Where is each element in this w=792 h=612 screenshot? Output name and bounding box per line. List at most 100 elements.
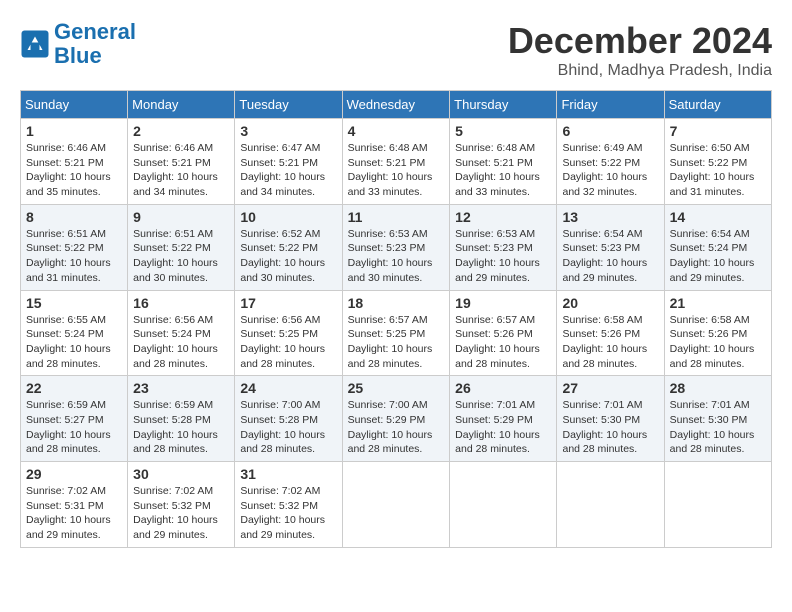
- day-info: Sunrise: 6:46 AM Sunset: 5:21 PM Dayligh…: [133, 141, 229, 200]
- day-number: 5: [455, 123, 551, 139]
- weekday-header-tuesday: Tuesday: [235, 91, 342, 119]
- day-number: 10: [240, 209, 336, 225]
- day-number: 22: [26, 380, 122, 396]
- day-number: 11: [348, 209, 445, 225]
- day-info: Sunrise: 6:53 AM Sunset: 5:23 PM Dayligh…: [348, 227, 445, 286]
- calendar-cell: 18Sunrise: 6:57 AM Sunset: 5:25 PM Dayli…: [342, 290, 450, 376]
- logo-line1: General: [54, 19, 136, 44]
- page-header: General Blue December 2024 Bhind, Madhya…: [20, 20, 772, 80]
- calendar-cell: 23Sunrise: 6:59 AM Sunset: 5:28 PM Dayli…: [128, 376, 235, 462]
- day-info: Sunrise: 6:46 AM Sunset: 5:21 PM Dayligh…: [26, 141, 122, 200]
- calendar-cell: 14Sunrise: 6:54 AM Sunset: 5:24 PM Dayli…: [664, 204, 771, 290]
- day-number: 23: [133, 380, 229, 396]
- calendar-week-row: 1 Sunrise: 6:46 AM Sunset: 5:21 PM Daylig…: [21, 119, 772, 205]
- day-info: Sunrise: 7:01 AM Sunset: 5:29 PM Dayligh…: [455, 398, 551, 457]
- calendar-cell: 16 Sunrise: 6:56 AM Sunset: 5:24 PM Dayli…: [128, 290, 235, 376]
- day-info: Sunrise: 6:54 AM Sunset: 5:23 PM Dayligh…: [562, 227, 658, 286]
- day-info: Sunrise: 6:58 AM Sunset: 5:26 PM Dayligh…: [670, 313, 766, 372]
- calendar-cell: 4Sunrise: 6:48 AM Sunset: 5:21 PM Daylig…: [342, 119, 450, 205]
- calendar-subtitle: Bhind, Madhya Pradesh, India: [508, 62, 772, 80]
- day-number: 3: [240, 123, 336, 139]
- day-info: Sunrise: 7:02 AM Sunset: 5:32 PM Dayligh…: [240, 484, 336, 543]
- weekday-header-thursday: Thursday: [450, 91, 557, 119]
- logo: General Blue: [20, 20, 136, 68]
- day-number: 30: [133, 466, 229, 482]
- day-info: Sunrise: 6:50 AM Sunset: 5:22 PM Dayligh…: [670, 141, 766, 200]
- calendar-cell: 27Sunrise: 7:01 AM Sunset: 5:30 PM Dayli…: [557, 376, 664, 462]
- calendar-table: SundayMondayTuesdayWednesdayThursdayFrid…: [20, 90, 772, 548]
- day-info: Sunrise: 7:02 AM Sunset: 5:31 PM Dayligh…: [26, 484, 122, 543]
- calendar-body: 1 Sunrise: 6:46 AM Sunset: 5:21 PM Daylig…: [21, 119, 772, 548]
- day-number: 16: [133, 295, 229, 311]
- calendar-cell: 5 Sunrise: 6:48 AM Sunset: 5:21 PM Daylig…: [450, 119, 557, 205]
- day-number: 9: [133, 209, 229, 225]
- day-number: 29: [26, 466, 122, 482]
- calendar-cell: 22 Sunrise: 6:59 AM Sunset: 5:27 PM Dayli…: [21, 376, 128, 462]
- day-info: Sunrise: 7:02 AM Sunset: 5:32 PM Dayligh…: [133, 484, 229, 543]
- day-number: 12: [455, 209, 551, 225]
- day-number: 2: [133, 123, 229, 139]
- day-number: 6: [562, 123, 658, 139]
- weekday-header-sunday: Sunday: [21, 91, 128, 119]
- calendar-cell: [557, 462, 664, 548]
- calendar-cell: 28 Sunrise: 7:01 AM Sunset: 5:30 PM Dayli…: [664, 376, 771, 462]
- day-number: 15: [26, 295, 122, 311]
- calendar-cell: 6 Sunrise: 6:49 AM Sunset: 5:22 PM Daylig…: [557, 119, 664, 205]
- calendar-cell: 12Sunrise: 6:53 AM Sunset: 5:23 PM Dayli…: [450, 204, 557, 290]
- day-info: Sunrise: 7:00 AM Sunset: 5:29 PM Dayligh…: [348, 398, 445, 457]
- day-number: 17: [240, 295, 336, 311]
- calendar-week-row: 8Sunrise: 6:51 AM Sunset: 5:22 PM Daylig…: [21, 204, 772, 290]
- day-info: Sunrise: 6:56 AM Sunset: 5:24 PM Dayligh…: [133, 313, 229, 372]
- calendar-cell: 8Sunrise: 6:51 AM Sunset: 5:22 PM Daylig…: [21, 204, 128, 290]
- calendar-cell: 26 Sunrise: 7:01 AM Sunset: 5:29 PM Dayli…: [450, 376, 557, 462]
- day-number: 1: [26, 123, 122, 139]
- calendar-cell: 19 Sunrise: 6:57 AM Sunset: 5:26 PM Dayli…: [450, 290, 557, 376]
- calendar-cell: 29 Sunrise: 7:02 AM Sunset: 5:31 PM Dayli…: [21, 462, 128, 548]
- weekday-header-friday: Friday: [557, 91, 664, 119]
- calendar-cell: 3 Sunrise: 6:47 AM Sunset: 5:21 PM Daylig…: [235, 119, 342, 205]
- day-info: Sunrise: 6:51 AM Sunset: 5:22 PM Dayligh…: [133, 227, 229, 286]
- day-info: Sunrise: 6:59 AM Sunset: 5:27 PM Dayligh…: [26, 398, 122, 457]
- day-info: Sunrise: 7:01 AM Sunset: 5:30 PM Dayligh…: [670, 398, 766, 457]
- day-info: Sunrise: 6:49 AM Sunset: 5:22 PM Dayligh…: [562, 141, 658, 200]
- day-info: Sunrise: 6:48 AM Sunset: 5:21 PM Dayligh…: [348, 141, 445, 200]
- day-number: 25: [348, 380, 445, 396]
- weekday-header-wednesday: Wednesday: [342, 91, 450, 119]
- day-info: Sunrise: 7:00 AM Sunset: 5:28 PM Dayligh…: [240, 398, 336, 457]
- day-number: 24: [240, 380, 336, 396]
- calendar-cell: 20 Sunrise: 6:58 AM Sunset: 5:26 PM Dayli…: [557, 290, 664, 376]
- calendar-cell: 10 Sunrise: 6:52 AM Sunset: 5:22 PM Dayli…: [235, 204, 342, 290]
- day-number: 27: [562, 380, 658, 396]
- calendar-cell: 31Sunrise: 7:02 AM Sunset: 5:32 PM Dayli…: [235, 462, 342, 548]
- calendar-cell: 30 Sunrise: 7:02 AM Sunset: 5:32 PM Dayli…: [128, 462, 235, 548]
- day-number: 28: [670, 380, 766, 396]
- calendar-cell: 13Sunrise: 6:54 AM Sunset: 5:23 PM Dayli…: [557, 204, 664, 290]
- calendar-cell: 24 Sunrise: 7:00 AM Sunset: 5:28 PM Dayli…: [235, 376, 342, 462]
- calendar-cell: 25 Sunrise: 7:00 AM Sunset: 5:29 PM Dayli…: [342, 376, 450, 462]
- calendar-cell: 17 Sunrise: 6:56 AM Sunset: 5:25 PM Dayli…: [235, 290, 342, 376]
- calendar-cell: 11 Sunrise: 6:53 AM Sunset: 5:23 PM Dayli…: [342, 204, 450, 290]
- day-info: Sunrise: 6:51 AM Sunset: 5:22 PM Dayligh…: [26, 227, 122, 286]
- day-info: Sunrise: 6:56 AM Sunset: 5:25 PM Dayligh…: [240, 313, 336, 372]
- title-section: December 2024 Bhind, Madhya Pradesh, Ind…: [508, 20, 772, 80]
- day-number: 19: [455, 295, 551, 311]
- day-info: Sunrise: 6:48 AM Sunset: 5:21 PM Dayligh…: [455, 141, 551, 200]
- calendar-cell: [450, 462, 557, 548]
- calendar-cell: 9 Sunrise: 6:51 AM Sunset: 5:22 PM Daylig…: [128, 204, 235, 290]
- calendar-week-row: 22 Sunrise: 6:59 AM Sunset: 5:27 PM Dayli…: [21, 376, 772, 462]
- logo-line2: Blue: [54, 43, 102, 68]
- logo-icon: [20, 29, 50, 59]
- day-info: Sunrise: 6:58 AM Sunset: 5:26 PM Dayligh…: [562, 313, 658, 372]
- day-info: Sunrise: 6:55 AM Sunset: 5:24 PM Dayligh…: [26, 313, 122, 372]
- calendar-cell: 2 Sunrise: 6:46 AM Sunset: 5:21 PM Daylig…: [128, 119, 235, 205]
- calendar-week-row: 15 Sunrise: 6:55 AM Sunset: 5:24 PM Dayli…: [21, 290, 772, 376]
- weekday-header-monday: Monday: [128, 91, 235, 119]
- day-info: Sunrise: 6:52 AM Sunset: 5:22 PM Dayligh…: [240, 227, 336, 286]
- day-info: Sunrise: 6:54 AM Sunset: 5:24 PM Dayligh…: [670, 227, 766, 286]
- calendar-header-row: SundayMondayTuesdayWednesdayThursdayFrid…: [21, 91, 772, 119]
- day-number: 7: [670, 123, 766, 139]
- day-info: Sunrise: 6:47 AM Sunset: 5:21 PM Dayligh…: [240, 141, 336, 200]
- day-info: Sunrise: 6:57 AM Sunset: 5:26 PM Dayligh…: [455, 313, 551, 372]
- day-number: 20: [562, 295, 658, 311]
- day-number: 26: [455, 380, 551, 396]
